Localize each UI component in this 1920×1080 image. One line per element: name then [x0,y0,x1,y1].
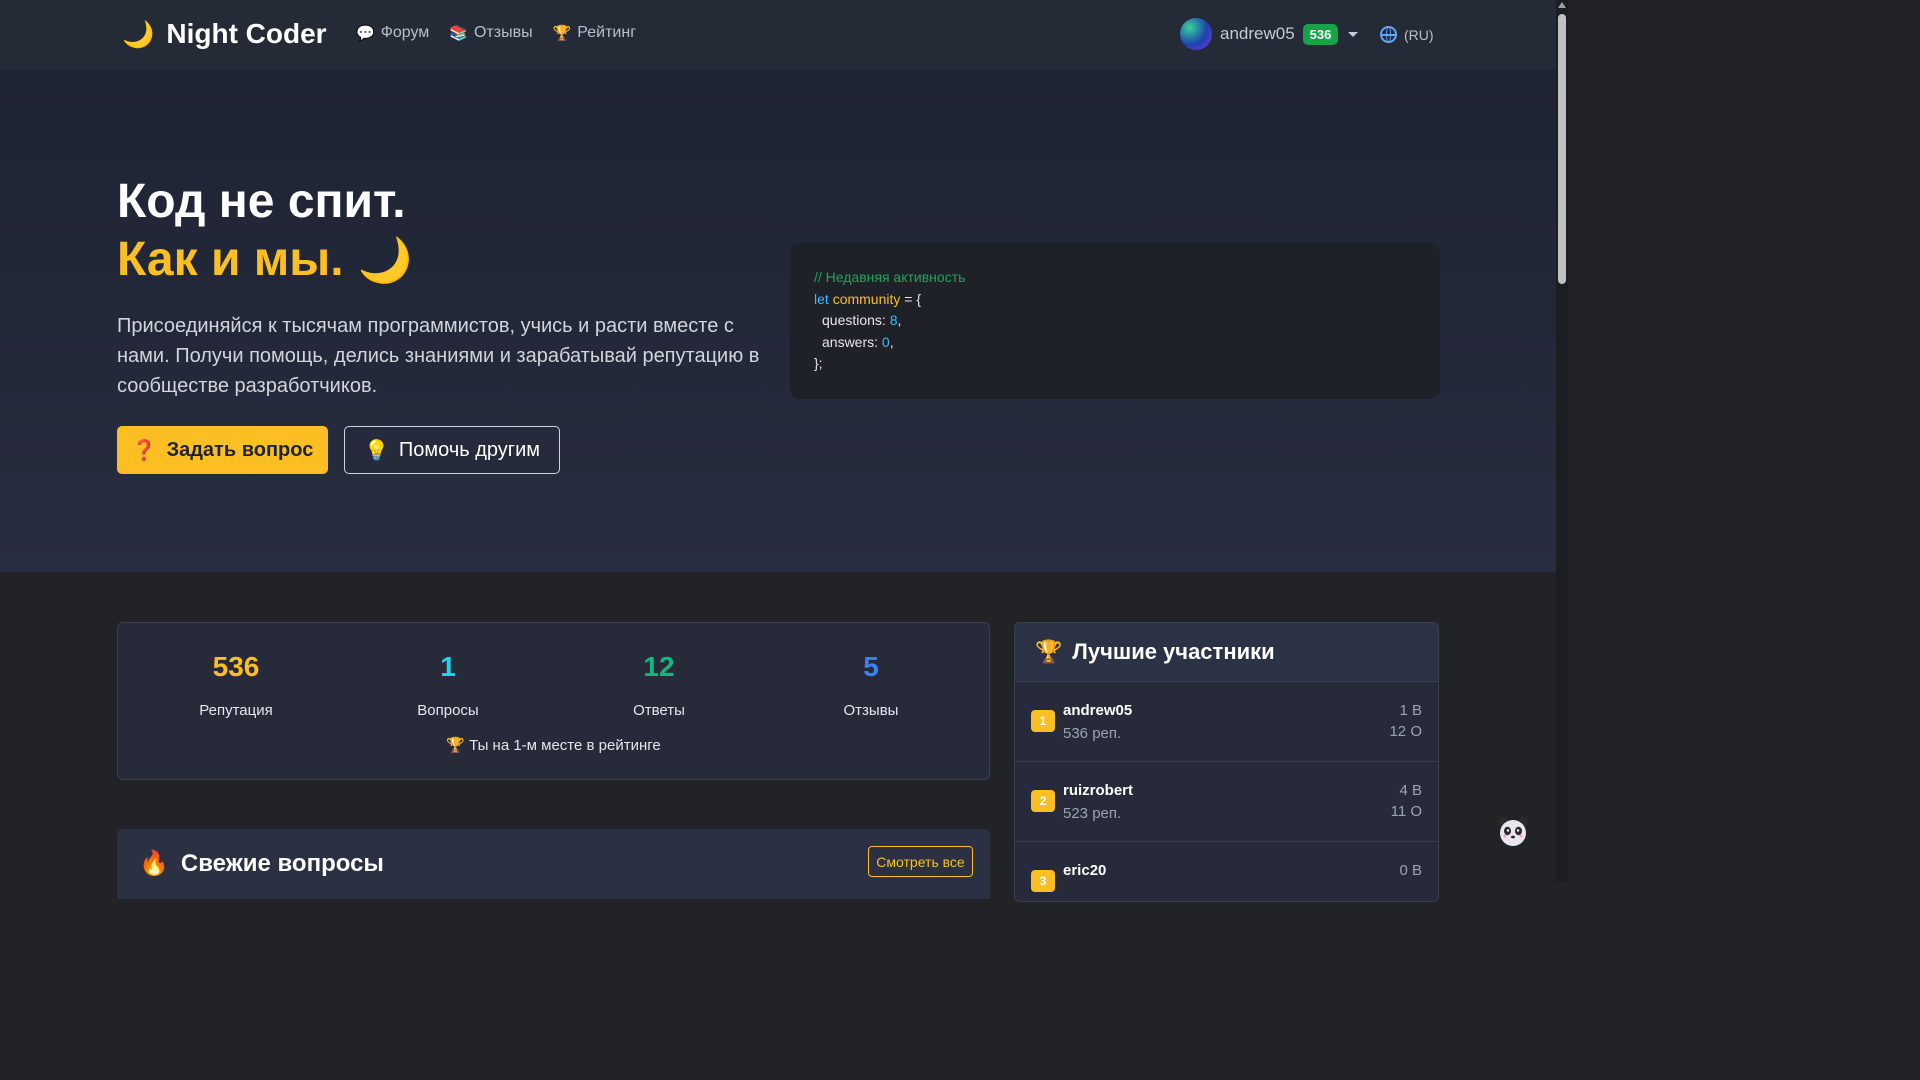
fire-icon: 🔥 [139,850,169,877]
view-all-button[interactable]: Смотреть все [868,846,973,877]
leader-reputation: 523 реп. [1063,805,1122,822]
panda-icon[interactable] [1496,814,1530,848]
hero-description: Присоединяйся к тысячам программистов, у… [117,315,760,397]
reputation-badge: 536 [1302,23,1339,45]
rank-badge: 2 [1031,790,1055,812]
stat-label: Вопросы [417,702,479,719]
ask-question-label: Задать вопрос [166,438,314,461]
avatar [1180,18,1212,50]
leader-name[interactable]: ruizrobert [1063,782,1133,799]
nav-link-reviews[interactable]: 📚 Отзывы [449,24,532,42]
globe-icon [1380,26,1397,43]
username: andrew05 [1220,24,1295,43]
nav-link-label: Форум [380,24,430,41]
leader-name[interactable]: andrew05 [1063,702,1132,719]
user-stats-card: 536 Репутация 1 Вопросы 12 Ответы 5 Отзы… [117,622,990,780]
trophy-icon: 🏆 [446,737,465,754]
stat-value: 1 [440,651,456,682]
brand-name: Night Coder [166,18,327,49]
stat-questions: 1 Вопросы [348,647,548,719]
code-close-brace: }; [814,355,823,371]
stat-answers: 12 Ответы [559,647,759,719]
speech-bubble-icon: 💬 [356,25,375,42]
code-line-answers: answers: 0, [822,333,894,350]
leader-row[interactable]: 3 eric20 0 В [1015,841,1438,901]
leader-reputation: 536 реп. [1063,725,1122,742]
code-questions-key: questions: [822,312,890,328]
hero-title-line1: Код не спит. [117,175,406,228]
code-answers-value: 0 [881,333,890,350]
nav-link-label: Рейтинг [577,24,637,41]
hero-title-text: Как и мы. [117,233,344,286]
stat-value: 12 [643,651,675,682]
leader-row[interactable]: 2 ruizrobert 523 реп. 4 В 11 О [1015,761,1438,841]
lightbulb-icon: 💡 [363,439,389,462]
top-members-header: 🏆 Лучшие участники [1015,623,1438,681]
top-members-title: Лучшие участники [1072,639,1275,664]
ask-question-button[interactable]: ❓ Задать вопрос [117,426,328,474]
navbar: 🌙 Night Coder 💬 Форум 📚 Отзывы 🏆 Рейтинг… [0,0,1556,70]
leader-questions: 1 В [1399,702,1422,719]
leader-answers: 12 О [1389,723,1422,740]
scrollbar-thumb[interactable] [1558,14,1566,284]
fresh-questions-card: 🔥 Свежие вопросы Смотреть все [117,829,990,899]
language-switcher[interactable]: (RU) [1380,26,1434,43]
user-menu[interactable]: andrew05 536 [1180,18,1359,50]
page-scrollbar[interactable] [1556,0,1568,882]
leader-name[interactable]: eric20 [1063,862,1106,879]
stat-label: Отзывы [843,702,899,719]
nav-link-forum[interactable]: 💬 Форум [356,24,429,42]
stat-value: 536 [212,651,260,682]
stat-value: 5 [863,651,879,682]
code-line-questions: questions: 8, [822,312,902,328]
question-mark-icon: ❓ [131,439,157,462]
code-comment: // Недавняя активность [814,269,966,285]
leader-questions: 4 В [1399,782,1422,799]
help-others-label: Помочь другим [398,438,541,461]
moon-icon: 🌙 [122,18,155,49]
recent-activity-code-card: // Недавняя активность let community = {… [790,243,1440,399]
trophy-icon: 🏆 [552,25,572,42]
nav-link-label: Отзывы [473,24,533,41]
nav-link-rating[interactable]: 🏆 Рейтинг [553,24,636,42]
code-keyword: let [814,290,829,307]
leader-answers: 11 О [1390,803,1422,820]
chevron-down-icon [1348,31,1359,37]
code-line-declaration: let community = { [814,289,1416,311]
trophy-icon: 🏆 [1035,639,1063,664]
scroll-up-arrow-icon[interactable] [1558,2,1566,8]
code-variable: community [832,290,901,307]
stat-reviews: 5 Отзывы [771,647,971,719]
nav-links: 💬 Форум 📚 Отзывы 🏆 Рейтинг [356,24,636,42]
hero-title-line2: Как и мы. 🌙 [117,232,412,289]
stat-reputation: 536 Репутация [136,647,336,719]
brand-link[interactable]: 🌙 Night Coder [122,18,327,50]
code-questions-value: 8 [889,312,898,328]
leader-row[interactable]: 1 andrew05 536 реп. 1 В 12 О [1015,681,1438,761]
rank-status: 🏆 Ты на 1-м месте в рейтинге [118,736,989,754]
fresh-questions-title-text: Свежие вопросы [180,849,384,877]
rank-badge: 3 [1031,870,1055,892]
top-members-card: 🏆 Лучшие участники 1 andrew05 536 реп. 1… [1014,622,1439,902]
rank-badge: 1 [1031,710,1055,732]
code-open-brace: = { [900,290,922,307]
leader-questions: 0 В [1399,862,1422,879]
rank-status-text: Ты на 1-м месте в рейтинге [469,737,661,754]
help-others-button[interactable]: 💡 Помочь другим [344,426,560,474]
stat-label: Репутация [199,702,273,719]
books-icon: 📚 [449,25,468,42]
stat-label: Ответы [633,702,685,719]
language-label: (RU) [1404,26,1434,43]
moon-icon: 🌙 [357,236,413,285]
fresh-questions-title: 🔥 Свежие вопросы [139,849,384,878]
code-answers-key: answers: [822,333,882,350]
